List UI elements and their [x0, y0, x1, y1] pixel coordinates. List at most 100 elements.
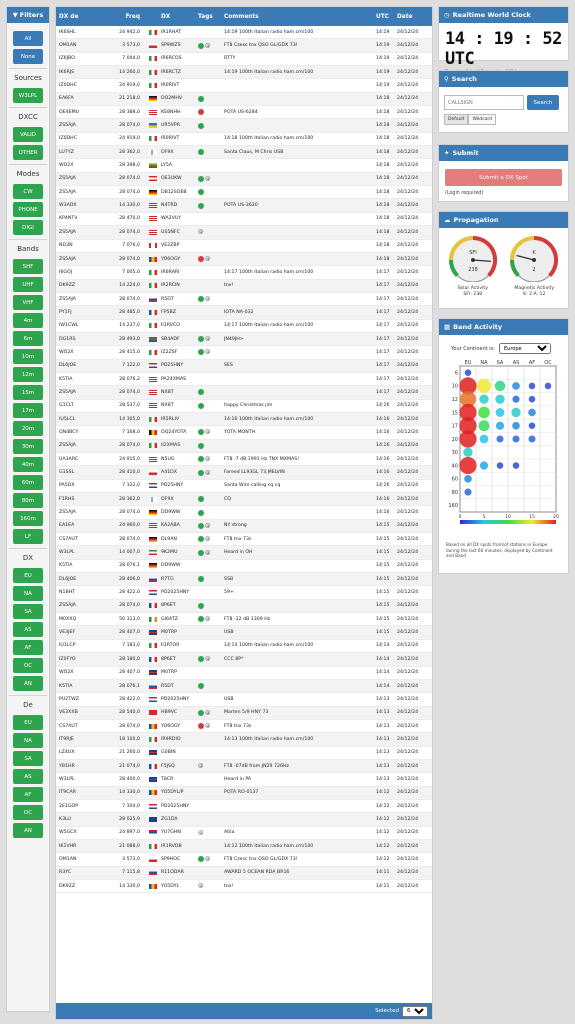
spotter-call[interactable]: IZ0DHC [59, 79, 103, 91]
spotter-call[interactable]: W3LPL [59, 546, 103, 558]
table-row[interactable]: ZS5AJA 28 074,0 DD9WW ● 14:16 24/12/24 [56, 506, 432, 520]
spotter-call[interactable]: WO2X [59, 346, 103, 358]
spotter-call[interactable]: IK1VHR [59, 840, 103, 852]
dx-call[interactable]: IR9RDIO [161, 733, 203, 745]
search-mode-wildcard[interactable]: Wildcard [468, 114, 497, 125]
band-60m-button[interactable]: 60m [13, 475, 43, 490]
dx-call[interactable]: SB4ADF [161, 333, 203, 345]
col-date[interactable]: Date [397, 7, 427, 26]
dx-call[interactable]: N5UG [161, 453, 203, 465]
spotter-call[interactable]: IT9RJE [59, 733, 103, 745]
spotter-call[interactable]: DK9ZZ [59, 880, 103, 892]
spotter-call[interactable]: EA1EA [59, 520, 103, 532]
band-160m-button[interactable]: 160m [13, 511, 43, 526]
dx-call[interactable]: II1RTOR [161, 640, 203, 652]
band-6m-button[interactable]: 6m [13, 331, 43, 346]
table-row[interactable]: VE3XXB 28 540,0 HB9VC ● @ Marten 5/9 HNY 73 14… [56, 706, 432, 720]
table-row[interactable]: ZS5AJA 28 074,0 OE3UKW ● @14:18 24/12/24 [56, 172, 432, 187]
dx-call[interactable]: R5DT [161, 293, 203, 305]
dx-call[interactable]: YO6OGY [161, 720, 203, 732]
dx-call[interactable]: T8CR [161, 773, 203, 785]
spotter-call[interactable]: K5TIA [59, 560, 103, 572]
table-row[interactable]: K3LU 28 025,9 ZG1DX 14:12 24/12/24 [56, 813, 432, 827]
spotter-call[interactable]: OM1AN [59, 853, 103, 865]
table-row[interactable]: IZ6JBO 7 044,0 IR6RCOS RTTY 14:19 24/12/24 [56, 53, 432, 67]
spotter-call[interactable]: PU2TWZ [59, 693, 103, 705]
spotter-call[interactable]: G1SSL [59, 466, 103, 478]
dx-call[interactable]: IR1RVDB [161, 840, 203, 852]
dx-call[interactable]: IR1RHAT [161, 26, 203, 38]
dx-call[interactable]: IR5RLIV [161, 413, 203, 425]
dx-continent-eu-button[interactable]: EU [13, 568, 43, 583]
table-row[interactable]: 2E1GOP 7 104,0 PD2025HNY 14:12 24/12/24 [56, 800, 432, 814]
table-row[interactable]: ZS5AJA 28 074,0 US5NFC @14:18 24/12/24 [56, 226, 432, 240]
band-80m-button[interactable]: 80m [13, 493, 43, 508]
table-row[interactable]: EA1EA 24 960,0 KA2ABA ● @ NY strong 14:15 24/12… [56, 519, 432, 534]
table-row[interactable]: IU5LCL 14 305,0 IR5RLIV 14:16 100th Italian… [56, 412, 432, 427]
table-row[interactable]: LU7YZ 28 362,0 OF9X ● Santa Claus, M Chris U… [56, 146, 432, 160]
table-row[interactable]: PU2TWZ 28 422,0 PD2025HNY USB 14:13 24/12/24 [56, 693, 432, 707]
spotter-call[interactable]: ON4BCY [59, 426, 103, 438]
spotter-call[interactable]: IW1CWL [59, 320, 103, 332]
dx-call[interactable]: II2XMAS [161, 440, 203, 452]
spotter-call[interactable]: ZS5AJA [59, 186, 103, 198]
dx-call[interactable]: A41DX [161, 466, 203, 478]
spotter-call[interactable]: F1RHS [59, 493, 103, 505]
table-row[interactable]: W3ADX 14 330,0 N4TRD ● POTA US-3620 14:18 24/1… [56, 199, 432, 213]
filter-all-button[interactable]: All [13, 31, 43, 46]
col-tags[interactable]: Tags [198, 7, 224, 26]
band-4m-button[interactable]: 4m [13, 313, 43, 328]
table-row[interactable]: R3YC 7 115,8 R11ODAR AWARD 5 OCEAN RDA BR16… [56, 866, 432, 880]
dx-call[interactable]: IZ2ZSF [161, 346, 203, 358]
table-row[interactable]: KP4NTV 28 470,0 WA2VUY 14:18 24/12/24 [56, 213, 432, 227]
dx-call[interactable]: PA24XMAS [161, 373, 203, 385]
band-shf-button[interactable]: SHF [13, 259, 43, 274]
de-continent-as-button[interactable]: AS [13, 769, 43, 784]
spotter-call[interactable]: 2E1GOP [59, 800, 103, 812]
spotter-call[interactable]: LZ4UX [59, 747, 103, 759]
dx-call[interactable]: OE3UKW [161, 173, 203, 185]
spotter-call[interactable]: IT9CAR [59, 787, 103, 799]
band-30m-button[interactable]: 30m [13, 439, 43, 454]
table-row[interactable]: OE4EMU 28 388,0 KE8NHH ● POTA US-6284 14:18 24… [56, 106, 432, 120]
spotter-call[interactable]: I6GOJ [59, 266, 103, 278]
dx-call[interactable]: R7TG [161, 573, 203, 585]
table-row[interactable]: I6GOJ 7 005,0 IR6RARI 14:17 100th Italian r… [56, 266, 432, 280]
dx-call[interactable]: SP9WZS [161, 39, 203, 51]
dx-call[interactable]: GI6ATZ [161, 613, 203, 625]
table-row[interactable]: IK6SHL 24 942,0 IR1RHAT 14:19 100th Italian… [56, 26, 432, 40]
table-row[interactable]: DL6JOE 7 122,0 PD25HNY SES 14:17 24/12/24 [56, 359, 432, 373]
mode-phone-button[interactable]: PHONE [13, 202, 43, 217]
table-row[interactable]: ZS5AJA 28 074,0 YO6OGY ● @14:18 24/12/24 [56, 252, 432, 267]
table-row[interactable]: EA6FA 21 218,0 DO2MHV ● 14:18 24/12/24 [56, 92, 432, 107]
spotter-call[interactable]: R3YC [59, 867, 103, 879]
spotter-call[interactable]: ZS5AJA [59, 600, 103, 612]
table-row[interactable]: DK9ZZ 14 330,0 YO5DYL @ tnx! 14:11 24/12/24 [56, 880, 432, 894]
spotter-call[interactable]: ZS5AJA [59, 506, 103, 518]
dx-call[interactable]: OF9X [161, 146, 203, 158]
table-row[interactable]: G1SSL 28 410,0 A41DX ● @ Fareed LL93GL 73,MEL… [56, 466, 432, 480]
continent-select[interactable]: Europe [498, 343, 551, 354]
dx-call[interactable]: FP5BZ [161, 306, 203, 318]
dx-call[interactable]: LY5A [161, 159, 203, 171]
dx-call[interactable]: R5DT [161, 680, 203, 692]
dx-call[interactable]: SP9HOC [161, 853, 203, 865]
dx-call[interactable]: PD2025HNY [161, 693, 203, 705]
table-row[interactable]: ON4BCY 7 168,0 OQ24YOTA ● @ YOTA MONTH 14:16 24… [56, 426, 432, 440]
table-row[interactable]: OM1AN 3 573,0 SP9HOC ● @ FT8 Czesc tnx QSO GL… [56, 853, 432, 867]
spotter-call[interactable]: DL6JOE [59, 360, 103, 372]
spotter-call[interactable]: ZS5AJA [59, 293, 103, 305]
spotter-call[interactable]: EA6FA [59, 93, 103, 105]
dx-call[interactable]: PD2025HNY [161, 586, 203, 598]
spotter-call[interactable]: IZ0DHC [59, 133, 103, 145]
dx-call[interactable]: DL9AN [161, 533, 203, 545]
band-20m-button[interactable]: 20m [13, 421, 43, 436]
dx-call[interactable]: YO6OGY [161, 253, 203, 265]
table-row[interactable]: PA5DX 7 122,0 PD25HNY Santa Wim calling cq … [56, 480, 432, 494]
spotter-call[interactable]: CS7AUT [59, 720, 103, 732]
dx-call[interactable]: US5NFC [161, 226, 203, 238]
dx-continent-sa-button[interactable]: SA [13, 604, 43, 619]
table-row[interactable]: N1BHT 28 422,0 PD2025HNY 59+ 14:15 24/12/24 [56, 586, 432, 600]
spotter-call[interactable]: WO2X [59, 667, 103, 679]
dx-call[interactable]: HB9VC [161, 707, 203, 719]
